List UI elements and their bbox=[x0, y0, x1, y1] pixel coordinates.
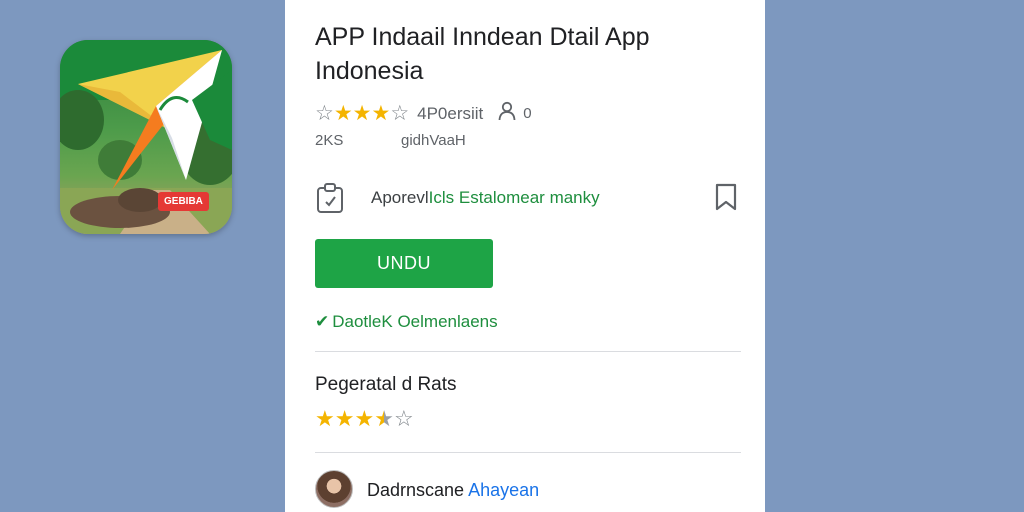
developer-name[interactable]: gidhVaaH bbox=[401, 132, 466, 149]
star-icon: ☆ bbox=[390, 101, 410, 125]
reviewer-name: Dadrnscane Ahayean bbox=[367, 480, 539, 501]
rating-summary: ☆ ★ ★ ★ ☆ 4P0ersiit 0 bbox=[315, 101, 532, 126]
app-info-row: AporevlIcls Estalomear manky bbox=[315, 180, 739, 216]
star-icon: ★ bbox=[315, 406, 335, 431]
star-icon: ☆ bbox=[315, 101, 334, 125]
verified-status: ✔ DaotleK Oelmenlaens bbox=[315, 312, 498, 332]
star-icon: ★ bbox=[334, 406, 355, 431]
install-button[interactable]: UNDU bbox=[315, 239, 493, 288]
star-icon: ★ bbox=[354, 406, 375, 431]
app-size: 2KS bbox=[315, 132, 344, 149]
ratings-section-title: Pegeratal d Rats bbox=[315, 374, 457, 395]
ratings-section-stars: ★ ★ ★ ★ ☆ bbox=[315, 408, 414, 430]
info-text-prefix: Aporevl bbox=[371, 188, 429, 207]
reviewer-name-accent[interactable]: Ahayean bbox=[468, 480, 539, 500]
check-icon: ✔ bbox=[315, 312, 330, 331]
reviewer-avatar bbox=[315, 470, 353, 508]
app-icon-image: GEBIBA bbox=[60, 40, 232, 234]
review-item: Dadrnscane Ahayean bbox=[315, 470, 741, 512]
app-title: APP Indaail Inndean Dtail App Indonesia bbox=[315, 23, 650, 85]
info-text-accent: Icls Estalomear manky bbox=[428, 188, 600, 207]
divider bbox=[315, 452, 741, 453]
app-info-text: AporevlIcls Estalomear manky bbox=[371, 188, 600, 208]
star-icon: ★ bbox=[352, 101, 372, 125]
star-icon: ★ bbox=[371, 101, 391, 125]
rating-count: 0 bbox=[523, 105, 532, 122]
bookmark-icon[interactable] bbox=[713, 183, 739, 216]
star-icon: ★ bbox=[374, 406, 394, 431]
app-detail-panel: APP Indaail Inndean Dtail App Indonesia … bbox=[285, 0, 765, 512]
person-icon bbox=[497, 101, 517, 126]
clipboard-icon bbox=[315, 182, 345, 219]
rating-text: 4P0ersiit bbox=[417, 103, 484, 123]
app-meta-row: 2KS gidhVaaH bbox=[315, 132, 466, 149]
star-icon: ★ bbox=[333, 101, 353, 125]
reviewer-name-prefix: Dadrnscane bbox=[367, 480, 465, 500]
divider bbox=[315, 351, 741, 352]
star-icon: ☆ bbox=[393, 406, 414, 431]
app-icon-badge: GEBIBA bbox=[158, 192, 209, 211]
verified-label: DaotleK Oelmenlaens bbox=[332, 312, 498, 331]
